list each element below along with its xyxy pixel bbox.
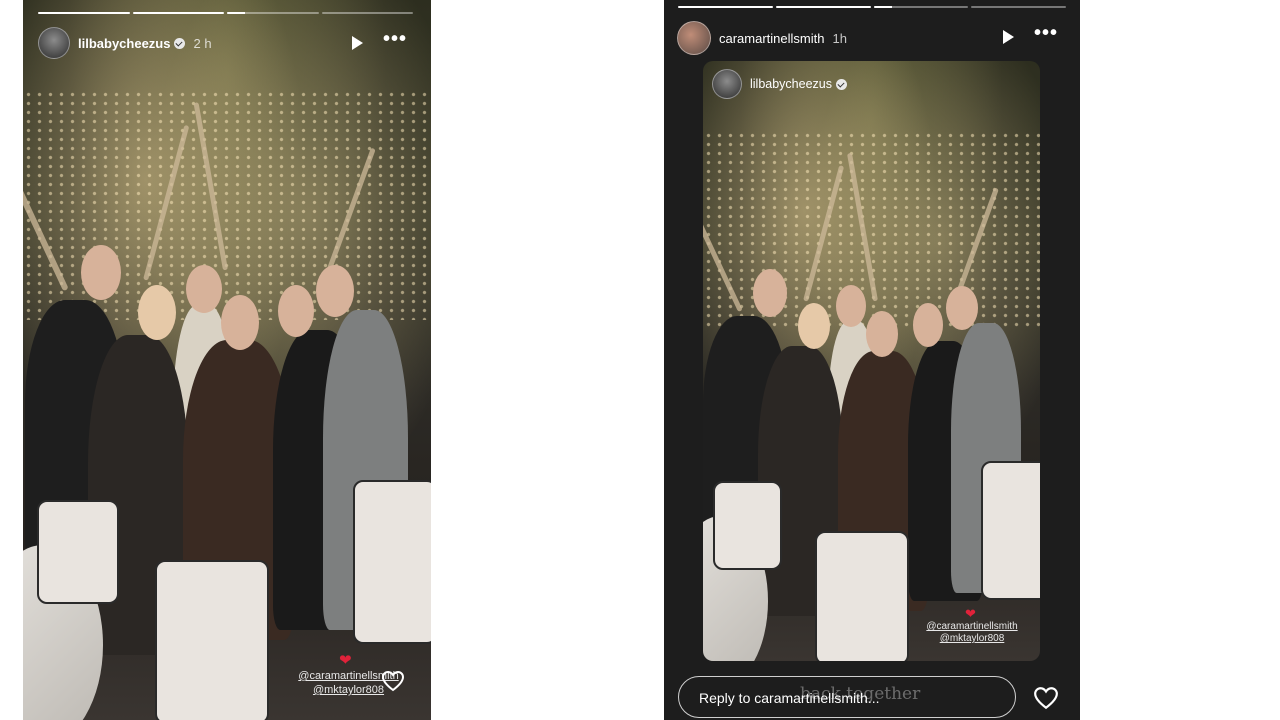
progress-seg-1 [38, 12, 130, 14]
shared-post-header: lilbabycheezus [712, 69, 847, 99]
story-progress [678, 6, 1066, 8]
progress-seg-1 [678, 6, 773, 8]
red-heart-emoji: ❤ [965, 606, 976, 621]
progress-seg-2 [775, 6, 871, 8]
avatar[interactable] [38, 27, 70, 59]
reply-placeholder: Reply to caramartinellsmith... [699, 690, 880, 706]
story-photo [23, 0, 431, 720]
shared-post-username[interactable]: lilbabycheezus [750, 77, 832, 91]
right-story-panel[interactable]: caramartinellsmith 1h ••• lilbabycheezus [664, 0, 1080, 720]
progress-seg-3 [873, 6, 893, 8]
progress-seg-2 [132, 12, 224, 14]
play-icon[interactable] [352, 36, 363, 50]
verified-badge-icon [836, 78, 847, 90]
post-time: 1h [832, 30, 847, 46]
username[interactable]: lilbabycheezus [78, 36, 170, 51]
left-story-panel[interactable]: lilbabycheezus 2 h ••• ❤ @caramartinells… [23, 0, 431, 720]
story-header: caramartinellsmith 1h [677, 21, 847, 55]
avatar[interactable] [712, 69, 742, 99]
red-heart-emoji: ❤ [339, 652, 352, 669]
mention-tag[interactable]: @mktaylor808 [917, 633, 1027, 645]
progress-seg-3 [227, 12, 246, 14]
heart-outline-icon[interactable] [1033, 686, 1059, 710]
story-header: lilbabycheezus 2 h [38, 27, 212, 59]
mention-tag[interactable]: @caramartinellsmith [917, 621, 1027, 633]
play-icon[interactable] [1003, 30, 1014, 44]
reply-input[interactable]: Reply to caramartinellsmith... [678, 676, 1016, 718]
verified-badge-icon [174, 37, 186, 49]
avatar[interactable] [677, 21, 711, 55]
more-options-icon[interactable]: ••• [383, 29, 407, 49]
heart-outline-icon[interactable] [381, 670, 405, 692]
more-options-icon[interactable]: ••• [1034, 23, 1058, 43]
shared-post-card[interactable]: lilbabycheezus ❤ @caramartinellsmith @mk… [703, 61, 1040, 661]
username[interactable]: caramartinellsmith [719, 31, 824, 46]
story-progress [38, 12, 413, 14]
post-time: 2 h [193, 35, 212, 51]
